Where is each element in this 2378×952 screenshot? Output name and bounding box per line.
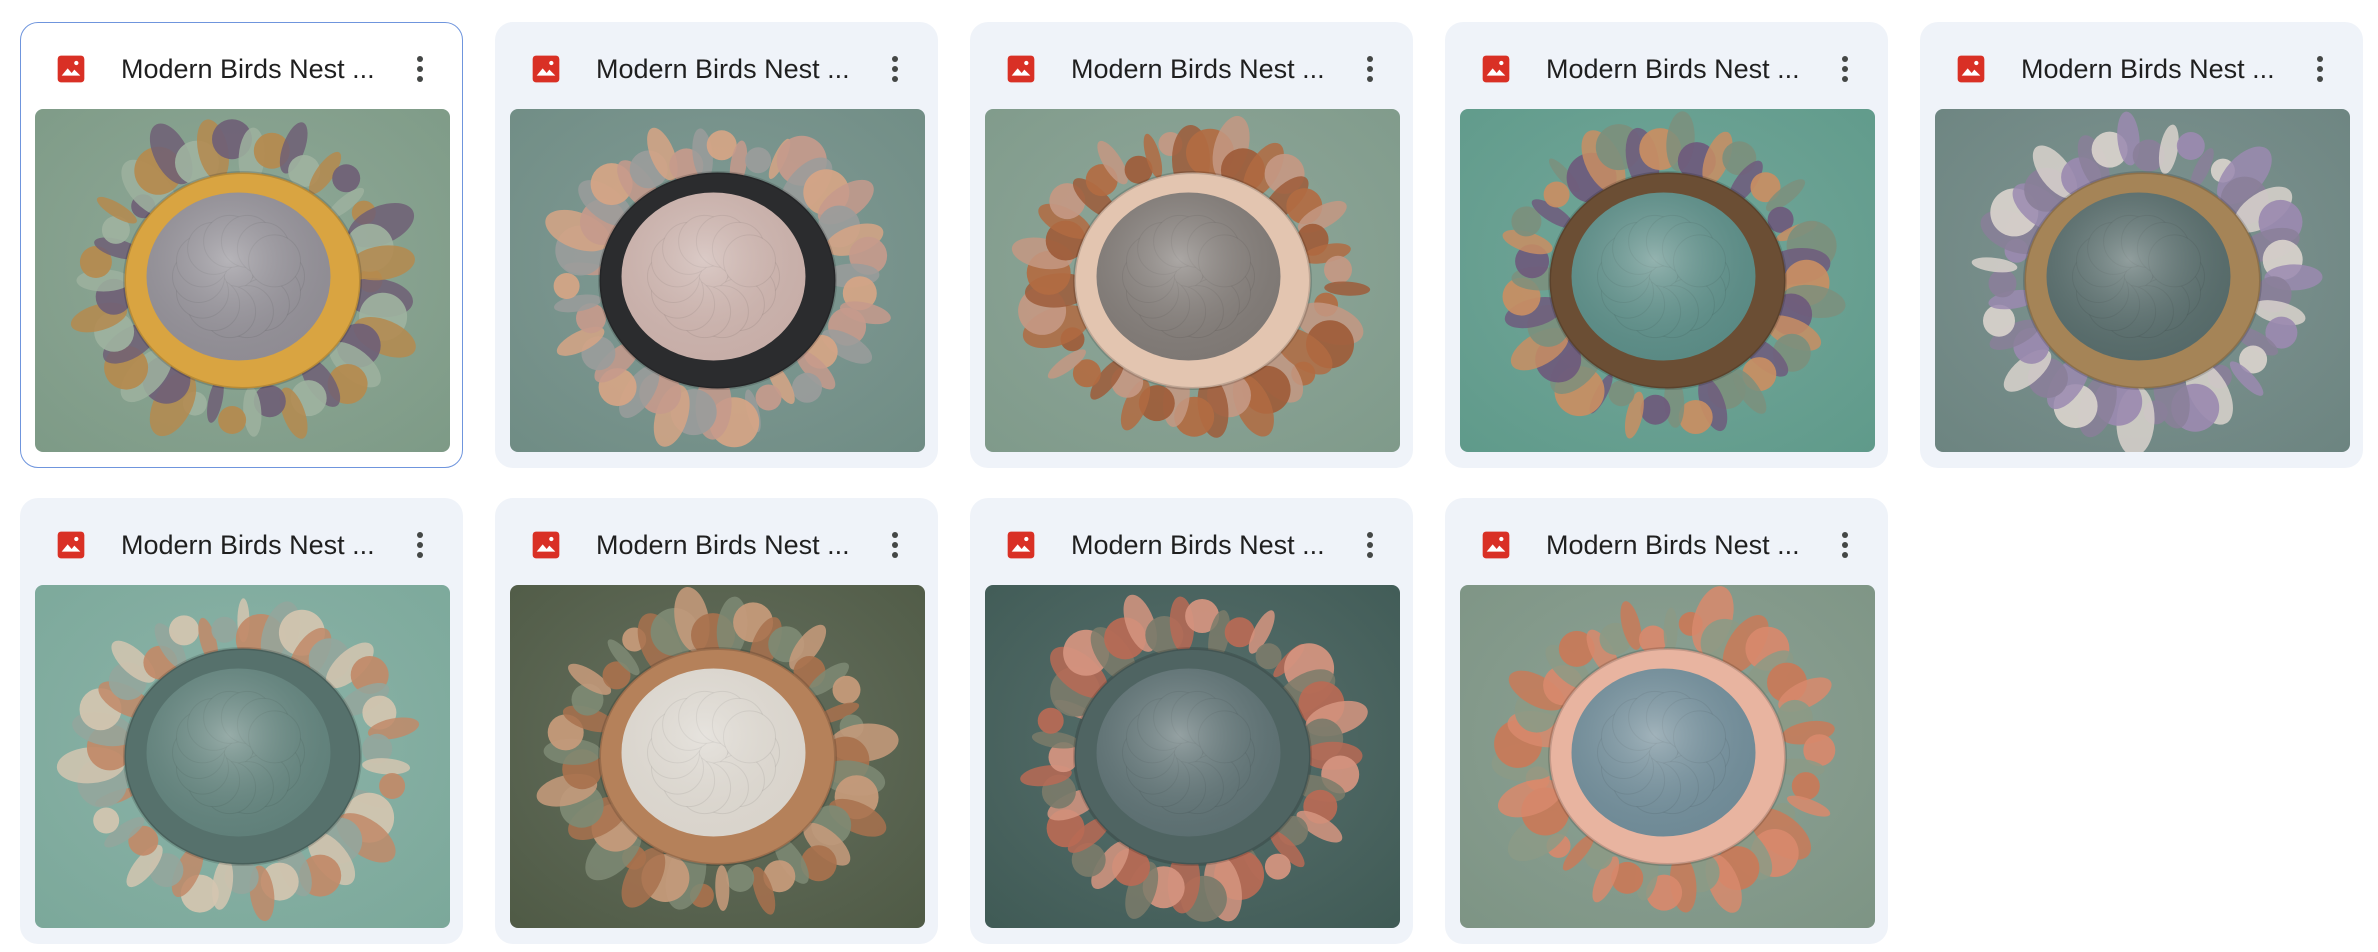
- image-thumbnail[interactable]: [985, 585, 1400, 928]
- more-vert-icon: [1842, 532, 1848, 558]
- more-actions-button[interactable]: [1823, 523, 1867, 567]
- file-card[interactable]: Modern Birds Nest ...: [20, 498, 463, 944]
- file-name[interactable]: Modern Birds Nest ...: [1546, 51, 1806, 87]
- image-thumbnail[interactable]: [985, 109, 1400, 452]
- more-actions-button[interactable]: [1348, 47, 1392, 91]
- image-file-icon: [1007, 55, 1035, 83]
- more-actions-button[interactable]: [1823, 47, 1867, 91]
- image-file-icon: [1482, 55, 1510, 83]
- nest-photo: [35, 585, 450, 928]
- nest-photo: [1460, 109, 1875, 452]
- more-vert-icon: [2317, 56, 2323, 82]
- more-actions-button[interactable]: [398, 47, 442, 91]
- image-thumbnail[interactable]: [35, 585, 450, 928]
- file-card-header: Modern Birds Nest ...: [21, 499, 462, 585]
- more-vert-icon: [892, 532, 898, 558]
- nest-photo: [35, 109, 450, 452]
- file-card-header: Modern Birds Nest ...: [1446, 499, 1887, 585]
- file-card-header: Modern Birds Nest ...: [496, 499, 937, 585]
- file-name[interactable]: Modern Birds Nest ...: [2021, 51, 2281, 87]
- nest-photo: [510, 585, 925, 928]
- image-thumbnail[interactable]: [1460, 585, 1875, 928]
- file-card[interactable]: Modern Birds Nest ...: [20, 22, 463, 468]
- file-card[interactable]: Modern Birds Nest ...: [495, 22, 938, 468]
- more-vert-icon: [1367, 56, 1373, 82]
- image-file-icon: [532, 55, 560, 83]
- file-card-header: Modern Birds Nest ...: [1446, 23, 1887, 109]
- file-name[interactable]: Modern Birds Nest ...: [1071, 527, 1331, 563]
- more-vert-icon: [1842, 56, 1848, 82]
- more-actions-button[interactable]: [873, 47, 917, 91]
- file-card-header: Modern Birds Nest ...: [496, 23, 937, 109]
- more-vert-icon: [417, 56, 423, 82]
- file-card[interactable]: Modern Birds Nest ...: [970, 498, 1413, 944]
- file-name[interactable]: Modern Birds Nest ...: [596, 527, 856, 563]
- file-name[interactable]: Modern Birds Nest ...: [1546, 527, 1806, 563]
- file-card-header: Modern Birds Nest ...: [971, 499, 1412, 585]
- file-grid: Modern Birds Nest ... Modern Birds Nest .…: [20, 22, 2363, 944]
- more-vert-icon: [892, 56, 898, 82]
- file-card-header: Modern Birds Nest ...: [971, 23, 1412, 109]
- image-file-icon: [57, 55, 85, 83]
- image-file-icon: [1957, 55, 1985, 83]
- image-thumbnail[interactable]: [1935, 109, 2350, 452]
- nest-photo: [985, 109, 1400, 452]
- image-file-icon: [1007, 531, 1035, 559]
- nest-photo: [1460, 585, 1875, 928]
- image-thumbnail[interactable]: [510, 109, 925, 452]
- image-thumbnail[interactable]: [510, 585, 925, 928]
- more-vert-icon: [417, 532, 423, 558]
- nest-photo: [510, 109, 925, 452]
- file-name[interactable]: Modern Birds Nest ...: [121, 527, 381, 563]
- more-actions-button[interactable]: [2298, 47, 2342, 91]
- file-name[interactable]: Modern Birds Nest ...: [1071, 51, 1331, 87]
- file-card-header: Modern Birds Nest ...: [21, 23, 462, 109]
- file-card[interactable]: Modern Birds Nest ...: [495, 498, 938, 944]
- file-card[interactable]: Modern Birds Nest ...: [1920, 22, 2363, 468]
- more-actions-button[interactable]: [873, 523, 917, 567]
- file-card[interactable]: Modern Birds Nest ...: [1445, 22, 1888, 468]
- file-name[interactable]: Modern Birds Nest ...: [596, 51, 856, 87]
- file-card[interactable]: Modern Birds Nest ...: [970, 22, 1413, 468]
- more-vert-icon: [1367, 532, 1373, 558]
- file-card[interactable]: Modern Birds Nest ...: [1445, 498, 1888, 944]
- nest-photo: [1935, 109, 2350, 452]
- nest-photo: [985, 585, 1400, 928]
- image-file-icon: [532, 531, 560, 559]
- file-card-header: Modern Birds Nest ...: [1921, 23, 2362, 109]
- more-actions-button[interactable]: [1348, 523, 1392, 567]
- image-file-icon: [1482, 531, 1510, 559]
- image-thumbnail[interactable]: [35, 109, 450, 452]
- image-file-icon: [57, 531, 85, 559]
- file-name[interactable]: Modern Birds Nest ...: [121, 51, 381, 87]
- image-thumbnail[interactable]: [1460, 109, 1875, 452]
- more-actions-button[interactable]: [398, 523, 442, 567]
